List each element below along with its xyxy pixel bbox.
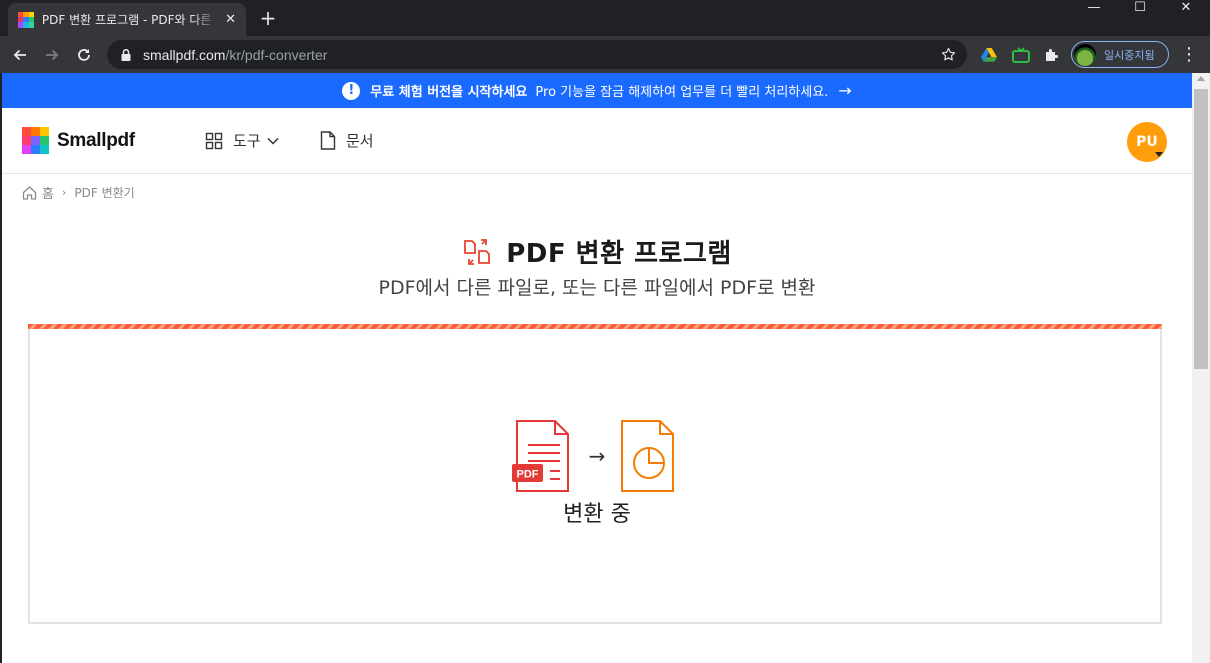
reload-icon[interactable] (73, 44, 95, 66)
tools-label: 도구 (233, 132, 261, 150)
conversion-graphic: PDF → (512, 420, 674, 492)
pdf-file-icon (512, 420, 569, 492)
pro-trial-banner[interactable]: ! 무료 체험 버전을 시작하세요 Pro 기능을 잠금 해제하여 업무를 더 … (2, 73, 1192, 108)
smallpdf-logo-icon (22, 127, 49, 154)
tools-menu[interactable]: 도구 (205, 130, 279, 151)
progress-stripe (28, 324, 1162, 329)
page-title-row: PDF 변환 프로그램 (2, 233, 1192, 270)
banner-text: Pro 기능을 잠금 해제하여 업무를 더 빨리 처리하세요. (535, 85, 829, 100)
breadcrumb: 홈 › PDF 변환기 (22, 183, 135, 202)
close-window-button[interactable]: ✕ (1163, 0, 1209, 16)
maximize-button[interactable]: ☐ (1117, 0, 1163, 16)
browser-menu-icon[interactable]: ⋮ (1180, 44, 1198, 66)
page-subtitle: PDF에서 다른 파일로, 또는 다른 파일에서 PDF로 변환 (378, 277, 816, 299)
alert-icon: ! (342, 81, 361, 100)
minimize-button[interactable]: — (1071, 0, 1117, 16)
pdf-badge-text: PDF (517, 469, 539, 481)
breadcrumb-current: PDF 변환기 (74, 186, 135, 200)
google-drive-icon[interactable] (978, 44, 1000, 66)
web-page: ! 무료 체험 버전을 시작하세요 Pro 기능을 잠금 해제하여 업무를 더 … (2, 73, 1192, 663)
site-header: Smallpdf 도구 문서 PU (2, 108, 1192, 174)
bookmark-star-icon[interactable] (940, 46, 957, 63)
avatar-caret-icon[interactable] (1155, 152, 1163, 157)
logo-text: Smallpdf (57, 129, 135, 151)
back-arrow-icon[interactable] (9, 44, 31, 66)
banner-bold-text: 무료 체험 버전을 시작하세요 (370, 85, 528, 100)
url-path: /kr/pdf-converter (225, 46, 328, 63)
chart-file-icon (621, 420, 674, 492)
documents-link[interactable]: 문서 (320, 130, 374, 151)
convert-icon (464, 238, 491, 265)
scroll-up-icon[interactable] (1197, 76, 1205, 81)
scrollbar-thumb[interactable] (1194, 89, 1208, 369)
banner-arrow-icon: → (838, 81, 852, 100)
profile-paused-label: 일시중지됨 (1104, 48, 1155, 62)
profile-avatar (1074, 43, 1096, 66)
tab-close-icon[interactable]: ✕ (225, 12, 236, 27)
smallpdf-logo[interactable]: Smallpdf (22, 127, 135, 154)
browser-tab[interactable]: PDF 변환 프로그램 - PDF와 다른 ✕ (8, 3, 246, 36)
documents-label: 문서 (346, 132, 374, 150)
url-text[interactable]: smallpdf.com/kr/pdf-converter (143, 47, 327, 63)
page-title: PDF 변환 프로그램 (506, 239, 732, 269)
grid-icon (205, 132, 223, 149)
tab-strip: PDF 변환 프로그램 - PDF와 다른 ✕ + — ☐ ✕ (0, 0, 1210, 36)
breadcrumb-separator: › (61, 186, 67, 199)
page-scrollbar[interactable] (1192, 73, 1210, 663)
profile-button[interactable]: 일시중지됨 (1071, 41, 1169, 68)
chevron-down-icon (267, 137, 279, 145)
forward-arrow-icon[interactable] (41, 44, 63, 66)
conversion-status: 변환 중 (563, 502, 631, 527)
smallpdf-favicon-icon (18, 11, 34, 28)
new-tab-button[interactable]: + (256, 6, 280, 30)
url-host: smallpdf.com (143, 46, 226, 63)
document-icon (320, 131, 336, 150)
lock-icon (121, 48, 131, 61)
tv-extension-icon[interactable] (1010, 44, 1032, 66)
convert-arrow: → (589, 444, 606, 468)
tab-title: PDF 변환 프로그램 - PDF와 다른 (41, 13, 212, 27)
address-bar[interactable]: smallpdf.com/kr/pdf-converter (107, 40, 967, 69)
breadcrumb-home[interactable]: 홈 (42, 183, 54, 202)
home-icon[interactable] (22, 185, 37, 200)
extensions-puzzle-icon[interactable] (1041, 44, 1063, 66)
